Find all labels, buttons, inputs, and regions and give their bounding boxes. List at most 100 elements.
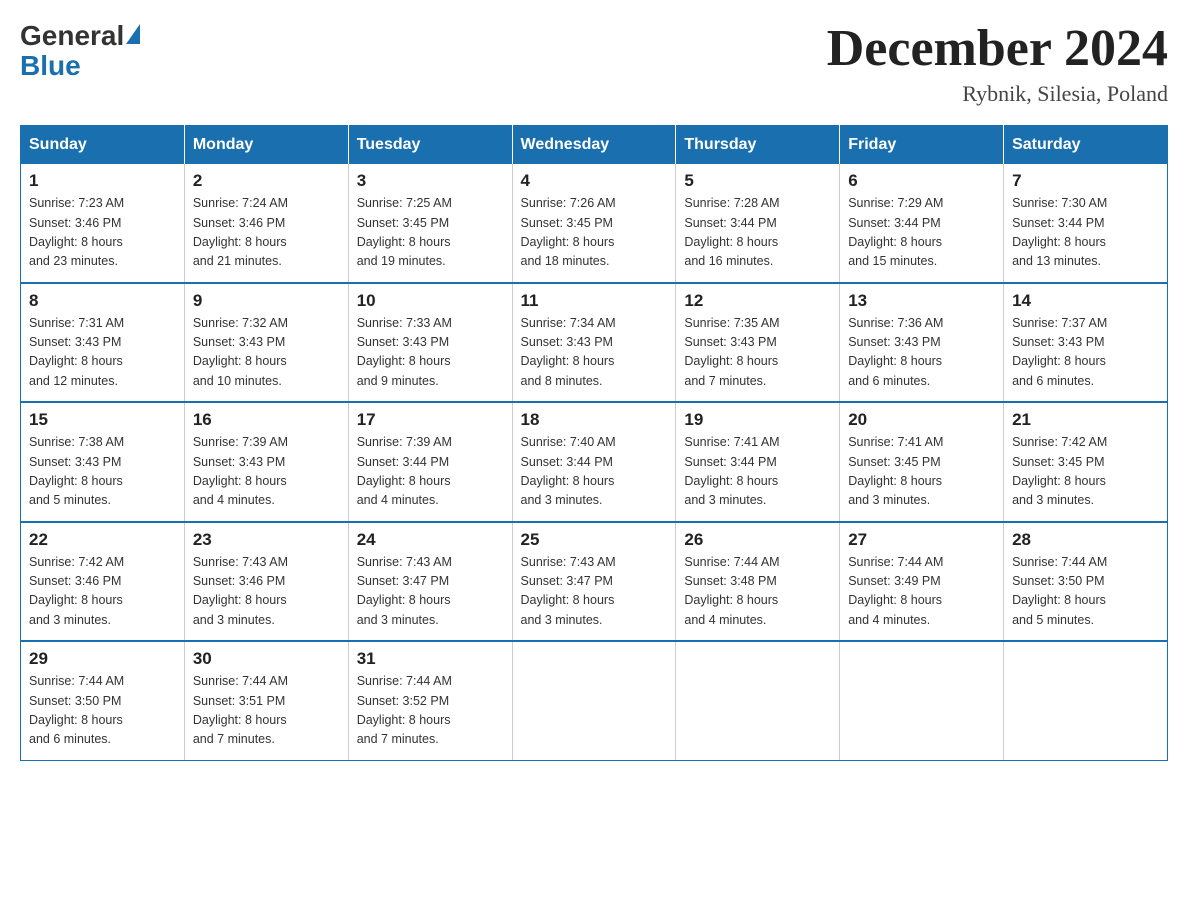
calendar-cell: 18 Sunrise: 7:40 AMSunset: 3:44 PMDaylig… xyxy=(512,402,676,522)
day-number: 3 xyxy=(357,171,504,191)
day-info: Sunrise: 7:38 AMSunset: 3:43 PMDaylight:… xyxy=(29,435,124,507)
day-number: 13 xyxy=(848,291,995,311)
calendar-cell: 4 Sunrise: 7:26 AMSunset: 3:45 PMDayligh… xyxy=(512,164,676,283)
title-block: December 2024 Rybnik, Silesia, Poland xyxy=(827,20,1168,107)
calendar-table: SundayMondayTuesdayWednesdayThursdayFrid… xyxy=(20,125,1168,761)
calendar-cell: 14 Sunrise: 7:37 AMSunset: 3:43 PMDaylig… xyxy=(1004,283,1168,403)
day-number: 7 xyxy=(1012,171,1159,191)
calendar-cell: 12 Sunrise: 7:35 AMSunset: 3:43 PMDaylig… xyxy=(676,283,840,403)
col-header-friday: Friday xyxy=(840,126,1004,165)
calendar-cell: 9 Sunrise: 7:32 AMSunset: 3:43 PMDayligh… xyxy=(184,283,348,403)
day-info: Sunrise: 7:39 AMSunset: 3:44 PMDaylight:… xyxy=(357,435,452,507)
day-info: Sunrise: 7:23 AMSunset: 3:46 PMDaylight:… xyxy=(29,196,124,268)
day-number: 4 xyxy=(521,171,668,191)
calendar-week-3: 15 Sunrise: 7:38 AMSunset: 3:43 PMDaylig… xyxy=(21,402,1168,522)
day-number: 27 xyxy=(848,530,995,550)
day-info: Sunrise: 7:29 AMSunset: 3:44 PMDaylight:… xyxy=(848,196,943,268)
day-info: Sunrise: 7:34 AMSunset: 3:43 PMDaylight:… xyxy=(521,316,616,388)
calendar-cell: 19 Sunrise: 7:41 AMSunset: 3:44 PMDaylig… xyxy=(676,402,840,522)
day-number: 31 xyxy=(357,649,504,669)
day-info: Sunrise: 7:43 AMSunset: 3:47 PMDaylight:… xyxy=(357,555,452,627)
location-title: Rybnik, Silesia, Poland xyxy=(827,81,1168,107)
calendar-cell: 28 Sunrise: 7:44 AMSunset: 3:50 PMDaylig… xyxy=(1004,522,1168,642)
page-header: General Blue December 2024 Rybnik, Siles… xyxy=(20,20,1168,107)
logo-blue-text: Blue xyxy=(20,50,81,82)
day-number: 17 xyxy=(357,410,504,430)
day-number: 5 xyxy=(684,171,831,191)
calendar-week-5: 29 Sunrise: 7:44 AMSunset: 3:50 PMDaylig… xyxy=(21,641,1168,760)
calendar-week-1: 1 Sunrise: 7:23 AMSunset: 3:46 PMDayligh… xyxy=(21,164,1168,283)
day-number: 8 xyxy=(29,291,176,311)
day-info: Sunrise: 7:28 AMSunset: 3:44 PMDaylight:… xyxy=(684,196,779,268)
day-info: Sunrise: 7:33 AMSunset: 3:43 PMDaylight:… xyxy=(357,316,452,388)
col-header-saturday: Saturday xyxy=(1004,126,1168,165)
day-number: 23 xyxy=(193,530,340,550)
calendar-cell: 23 Sunrise: 7:43 AMSunset: 3:46 PMDaylig… xyxy=(184,522,348,642)
calendar-cell: 30 Sunrise: 7:44 AMSunset: 3:51 PMDaylig… xyxy=(184,641,348,760)
day-info: Sunrise: 7:44 AMSunset: 3:50 PMDaylight:… xyxy=(1012,555,1107,627)
calendar-cell: 27 Sunrise: 7:44 AMSunset: 3:49 PMDaylig… xyxy=(840,522,1004,642)
day-number: 11 xyxy=(521,291,668,311)
calendar-cell: 25 Sunrise: 7:43 AMSunset: 3:47 PMDaylig… xyxy=(512,522,676,642)
day-number: 16 xyxy=(193,410,340,430)
calendar-cell: 26 Sunrise: 7:44 AMSunset: 3:48 PMDaylig… xyxy=(676,522,840,642)
calendar-cell xyxy=(676,641,840,760)
calendar-cell: 11 Sunrise: 7:34 AMSunset: 3:43 PMDaylig… xyxy=(512,283,676,403)
day-number: 28 xyxy=(1012,530,1159,550)
day-number: 2 xyxy=(193,171,340,191)
day-number: 30 xyxy=(193,649,340,669)
calendar-cell: 21 Sunrise: 7:42 AMSunset: 3:45 PMDaylig… xyxy=(1004,402,1168,522)
calendar-cell: 7 Sunrise: 7:30 AMSunset: 3:44 PMDayligh… xyxy=(1004,164,1168,283)
day-number: 10 xyxy=(357,291,504,311)
day-number: 25 xyxy=(521,530,668,550)
calendar-week-2: 8 Sunrise: 7:31 AMSunset: 3:43 PMDayligh… xyxy=(21,283,1168,403)
logo: General Blue xyxy=(20,20,140,82)
calendar-cell: 5 Sunrise: 7:28 AMSunset: 3:44 PMDayligh… xyxy=(676,164,840,283)
day-info: Sunrise: 7:26 AMSunset: 3:45 PMDaylight:… xyxy=(521,196,616,268)
day-number: 18 xyxy=(521,410,668,430)
day-number: 12 xyxy=(684,291,831,311)
day-number: 9 xyxy=(193,291,340,311)
day-number: 20 xyxy=(848,410,995,430)
logo-triangle-icon xyxy=(126,24,140,44)
calendar-cell: 20 Sunrise: 7:41 AMSunset: 3:45 PMDaylig… xyxy=(840,402,1004,522)
day-number: 21 xyxy=(1012,410,1159,430)
calendar-cell: 1 Sunrise: 7:23 AMSunset: 3:46 PMDayligh… xyxy=(21,164,185,283)
col-header-wednesday: Wednesday xyxy=(512,126,676,165)
col-header-sunday: Sunday xyxy=(21,126,185,165)
logo-general-text: General xyxy=(20,20,124,52)
day-number: 15 xyxy=(29,410,176,430)
calendar-cell xyxy=(512,641,676,760)
calendar-cell: 31 Sunrise: 7:44 AMSunset: 3:52 PMDaylig… xyxy=(348,641,512,760)
day-number: 1 xyxy=(29,171,176,191)
day-info: Sunrise: 7:40 AMSunset: 3:44 PMDaylight:… xyxy=(521,435,616,507)
day-number: 24 xyxy=(357,530,504,550)
day-info: Sunrise: 7:44 AMSunset: 3:49 PMDaylight:… xyxy=(848,555,943,627)
day-number: 26 xyxy=(684,530,831,550)
calendar-cell: 16 Sunrise: 7:39 AMSunset: 3:43 PMDaylig… xyxy=(184,402,348,522)
day-info: Sunrise: 7:31 AMSunset: 3:43 PMDaylight:… xyxy=(29,316,124,388)
day-info: Sunrise: 7:41 AMSunset: 3:44 PMDaylight:… xyxy=(684,435,779,507)
calendar-cell: 22 Sunrise: 7:42 AMSunset: 3:46 PMDaylig… xyxy=(21,522,185,642)
day-number: 29 xyxy=(29,649,176,669)
day-number: 6 xyxy=(848,171,995,191)
day-info: Sunrise: 7:35 AMSunset: 3:43 PMDaylight:… xyxy=(684,316,779,388)
col-header-monday: Monday xyxy=(184,126,348,165)
calendar-cell: 10 Sunrise: 7:33 AMSunset: 3:43 PMDaylig… xyxy=(348,283,512,403)
day-number: 19 xyxy=(684,410,831,430)
calendar-cell: 17 Sunrise: 7:39 AMSunset: 3:44 PMDaylig… xyxy=(348,402,512,522)
calendar-week-4: 22 Sunrise: 7:42 AMSunset: 3:46 PMDaylig… xyxy=(21,522,1168,642)
day-info: Sunrise: 7:30 AMSunset: 3:44 PMDaylight:… xyxy=(1012,196,1107,268)
calendar-cell: 29 Sunrise: 7:44 AMSunset: 3:50 PMDaylig… xyxy=(21,641,185,760)
day-info: Sunrise: 7:44 AMSunset: 3:52 PMDaylight:… xyxy=(357,674,452,746)
calendar-cell: 24 Sunrise: 7:43 AMSunset: 3:47 PMDaylig… xyxy=(348,522,512,642)
day-info: Sunrise: 7:44 AMSunset: 3:50 PMDaylight:… xyxy=(29,674,124,746)
day-info: Sunrise: 7:39 AMSunset: 3:43 PMDaylight:… xyxy=(193,435,288,507)
month-title: December 2024 xyxy=(827,20,1168,77)
day-info: Sunrise: 7:44 AMSunset: 3:48 PMDaylight:… xyxy=(684,555,779,627)
calendar-cell: 2 Sunrise: 7:24 AMSunset: 3:46 PMDayligh… xyxy=(184,164,348,283)
day-info: Sunrise: 7:44 AMSunset: 3:51 PMDaylight:… xyxy=(193,674,288,746)
day-info: Sunrise: 7:37 AMSunset: 3:43 PMDaylight:… xyxy=(1012,316,1107,388)
day-number: 22 xyxy=(29,530,176,550)
calendar-cell: 8 Sunrise: 7:31 AMSunset: 3:43 PMDayligh… xyxy=(21,283,185,403)
